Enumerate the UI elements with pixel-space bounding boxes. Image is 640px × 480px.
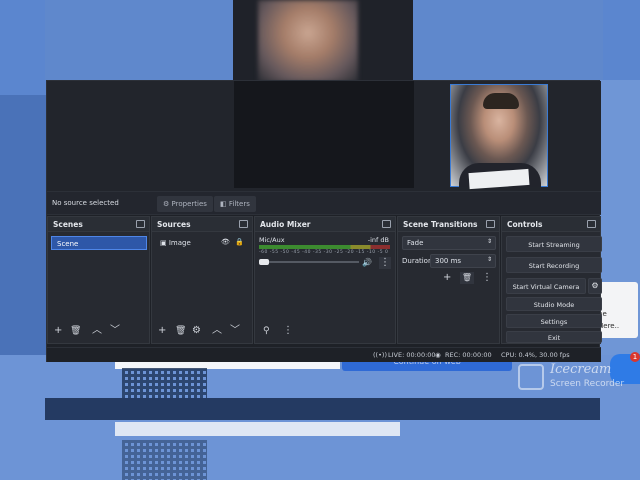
- scenes-dock: Scenes Scene + 🗑 ︿ ﹀: [47, 216, 150, 344]
- volume-meter: [259, 245, 390, 249]
- webcam-image-source[interactable]: [450, 84, 548, 190]
- start-virtual-camera-button[interactable]: Start Virtual Camera: [506, 278, 586, 294]
- dock-float-icon[interactable]: [486, 220, 495, 228]
- add-icon[interactable]: +: [158, 325, 166, 337]
- source-toolbar: No source selected ⚙ Properties ◧ Filter…: [47, 191, 601, 215]
- watermark-name: Icecream: [550, 362, 612, 377]
- cpu-status: CPU: 0.4%, 30.00 fps: [501, 351, 570, 359]
- cam-hair: [483, 93, 519, 109]
- obs-window: No source selected ⚙ Properties ◧ Filter…: [46, 80, 602, 362]
- duration-input[interactable]: 300 ms ⇕: [430, 254, 496, 268]
- background-band: [45, 398, 600, 420]
- sources-title-text: Sources: [157, 220, 191, 229]
- audio-mixer-title-text: Audio Mixer: [260, 220, 311, 229]
- audio-mixer-dock: Audio Mixer Mic/Aux -inf dB -60 -55 -50 …: [254, 216, 396, 344]
- controls-title-text: Controls: [507, 220, 543, 229]
- qr-code-faded: [122, 440, 207, 480]
- audio-mixer-footer: ⚲ ⋮: [255, 325, 395, 343]
- no-source-label: No source selected: [52, 199, 119, 207]
- transition-value: Fade: [407, 239, 424, 247]
- menu-dots-icon[interactable]: ⋮: [482, 272, 492, 284]
- speaker-icon[interactable]: 🔊: [362, 257, 372, 269]
- trash-icon[interactable]: 🗑: [460, 272, 474, 284]
- settings-button[interactable]: Settings: [506, 314, 602, 328]
- scenes-title-text: Scenes: [53, 220, 83, 229]
- exit-button[interactable]: Exit: [506, 331, 602, 343]
- sources-dock: Sources ▣ Image 👁 🔒 + 🗑 ⚙ ︿ ﹀: [151, 216, 253, 344]
- scene-transitions-title-text: Scene Transitions: [403, 220, 478, 229]
- add-transition-icon[interactable]: +: [443, 272, 451, 284]
- gear-icon: ⚙: [163, 200, 170, 208]
- add-icon[interactable]: +: [54, 325, 62, 337]
- sources-footer: + 🗑 ⚙ ︿ ﹀: [152, 325, 252, 343]
- watermark: Icecream Screen Recorder: [518, 362, 638, 392]
- spinner-icon[interactable]: ⇕: [487, 256, 492, 263]
- mic-level-label: -inf dB: [367, 236, 389, 244]
- trash-icon[interactable]: 🗑: [70, 325, 81, 337]
- dock-float-icon[interactable]: [136, 220, 145, 228]
- source-list-item[interactable]: ▣ Image 👁 🔒: [155, 236, 251, 250]
- lock-icon[interactable]: 🔒: [235, 238, 244, 246]
- properties-button[interactable]: ⚙ Properties: [157, 196, 213, 212]
- popup-line: be: [598, 310, 607, 318]
- volume-slider[interactable]: [259, 259, 359, 265]
- start-recording-button[interactable]: Start Recording: [506, 257, 602, 273]
- duration-value: 300 ms: [435, 257, 462, 265]
- scenes-footer: + 🗑 ︿ ﹀: [48, 325, 149, 343]
- duration-label: Duration: [402, 257, 433, 265]
- controls-dock: Controls Start Streaming Start Recording…: [501, 216, 602, 344]
- transition-select[interactable]: Fade ⇕: [402, 236, 496, 250]
- qr-code: [122, 368, 207, 398]
- volume-slider-handle[interactable]: [259, 259, 269, 265]
- status-bar: ((•)) LIVE: 00:00:00 ◉ REC: 00:00:00 CPU…: [47, 347, 601, 362]
- dock-float-icon[interactable]: [239, 220, 248, 228]
- move-down-icon[interactable]: ﹀: [110, 325, 120, 337]
- image-icon: ▣: [160, 239, 167, 247]
- live-indicator-icon: ((•)): [373, 351, 387, 359]
- gear-icon[interactable]: ⚙: [192, 325, 201, 337]
- start-streaming-button[interactable]: Start Streaming: [506, 236, 602, 252]
- controls-title: Controls: [502, 217, 600, 232]
- link-icon[interactable]: ⚲: [263, 325, 270, 337]
- more-options-icon[interactable]: ⋮: [379, 257, 391, 269]
- menu-dots-icon[interactable]: ⋮: [283, 325, 293, 337]
- trash-icon[interactable]: 🗑: [175, 325, 186, 337]
- scene-list-item[interactable]: Scene: [51, 236, 147, 250]
- scenes-title: Scenes: [48, 217, 149, 232]
- watermark-subtitle: Screen Recorder: [550, 379, 625, 389]
- rec-status: REC: 00:00:00: [445, 351, 492, 359]
- filters-button[interactable]: ◧ Filters: [214, 196, 256, 212]
- properties-label: Properties: [171, 200, 207, 208]
- background-light-bar: [115, 422, 400, 436]
- mic-aux-label: Mic/Aux: [259, 236, 285, 244]
- preview-canvas: [234, 81, 548, 190]
- filters-label: Filters: [228, 200, 250, 208]
- record-indicator-icon: ◉: [435, 351, 441, 359]
- popup-line[interactable]: Here..: [598, 320, 638, 332]
- watermark-logo-icon: [518, 364, 544, 390]
- scene-transitions-dock: Scene Transitions Fade ⇕ Duration 300 ms…: [397, 216, 500, 344]
- source-name: Image: [168, 239, 191, 247]
- filter-icon: ◧: [220, 200, 227, 208]
- live-status: LIVE: 00:00:00: [388, 351, 436, 359]
- move-up-icon[interactable]: ︿: [212, 325, 222, 337]
- studio-mode-button[interactable]: Studio Mode: [506, 297, 602, 311]
- preview-area[interactable]: [47, 81, 601, 191]
- audio-mixer-title: Audio Mixer: [255, 217, 395, 232]
- virtual-camera-settings-icon[interactable]: ⚙: [588, 278, 602, 294]
- background-webcam: [258, 0, 358, 82]
- scene-transitions-title: Scene Transitions: [398, 217, 499, 232]
- visibility-eye-icon[interactable]: 👁: [221, 238, 230, 246]
- move-down-icon[interactable]: ﹀: [230, 325, 240, 337]
- chat-badge: 1: [630, 352, 640, 362]
- sources-title: Sources: [152, 217, 252, 232]
- meter-scale: -60 -55 -50 -45 -40 -35 -30 -25 -20 -15 …: [259, 250, 389, 255]
- chevron-updown-icon: ⇕: [486, 238, 492, 245]
- move-up-icon[interactable]: ︿: [92, 325, 102, 337]
- dock-float-icon[interactable]: [382, 220, 391, 228]
- dock-float-icon[interactable]: [587, 220, 596, 228]
